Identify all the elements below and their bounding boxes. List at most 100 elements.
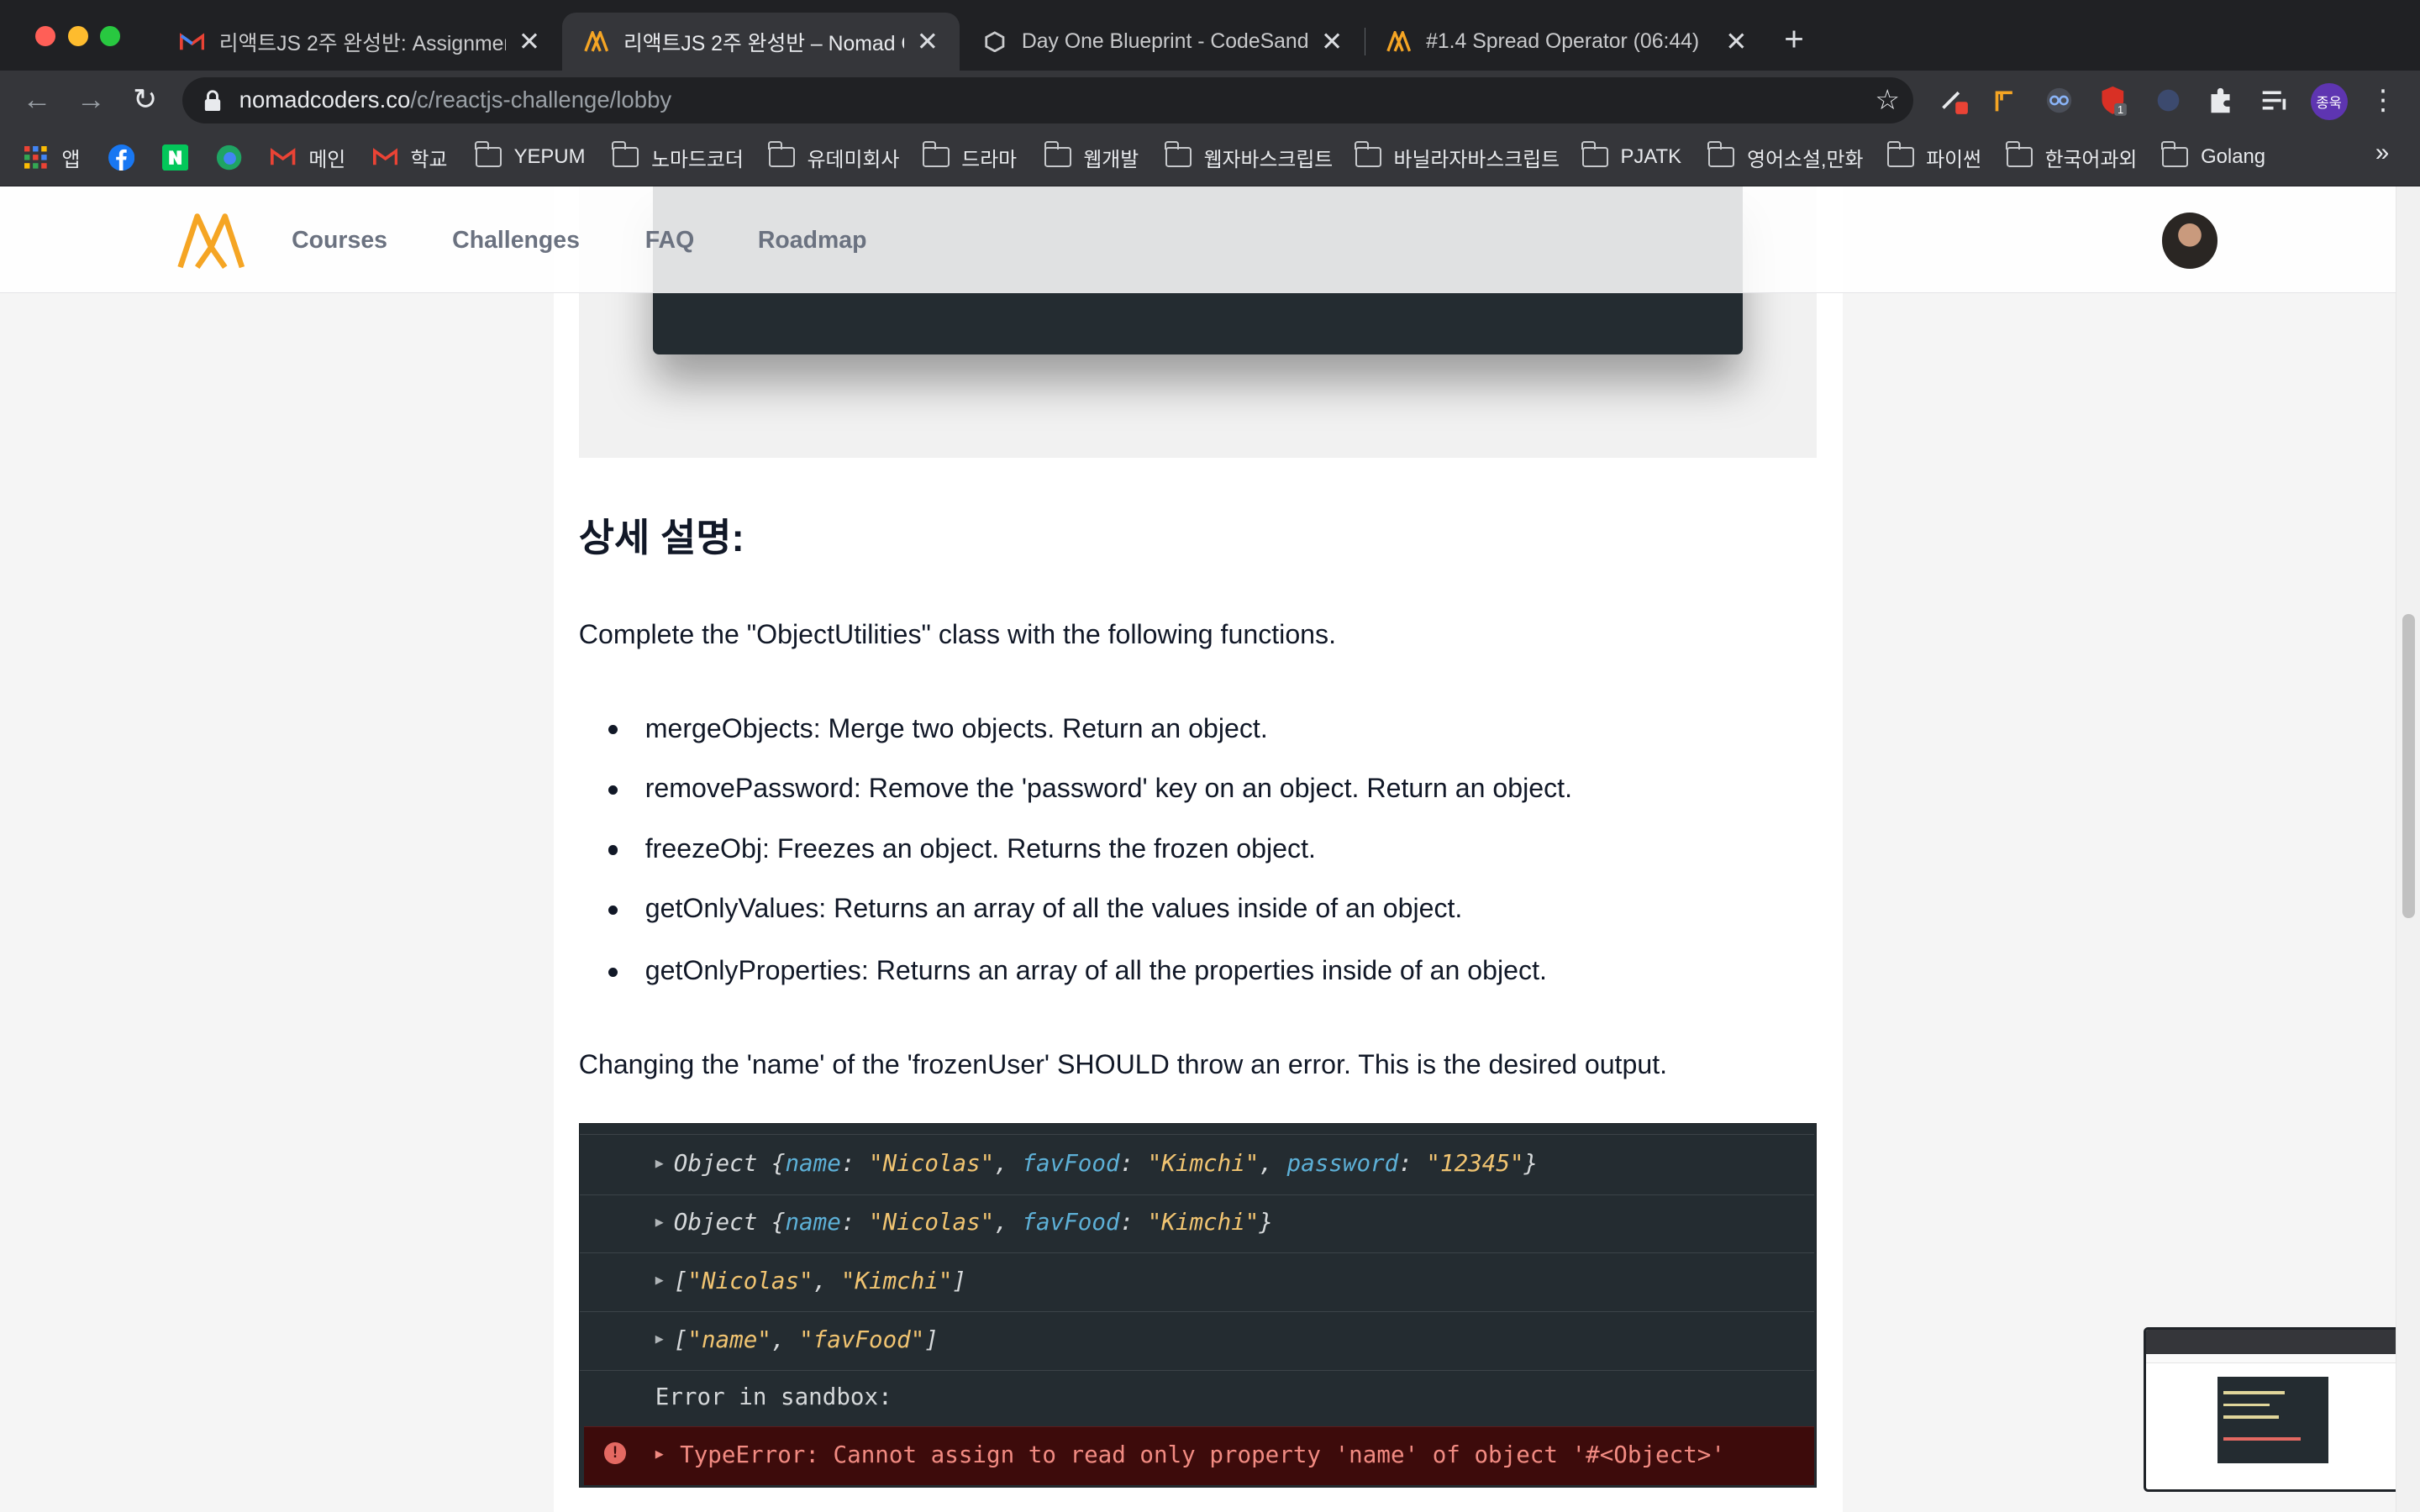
gmail-icon	[179, 29, 205, 55]
nav-roadmap[interactable]: Roadmap	[758, 227, 867, 255]
folder-icon	[1581, 141, 1608, 171]
maximize-window-button[interactable]	[100, 26, 121, 47]
bookmark-folder-udemy[interactable]: 유데미회사	[767, 141, 899, 173]
list-item: removePassword: Remove the 'password' ke…	[608, 773, 1573, 804]
pip-code-line	[2223, 1437, 2301, 1441]
console-text: Object {name: "Nicolas", favFood: "Kimch…	[673, 1150, 1539, 1178]
bookmark-school[interactable]: 학교	[372, 142, 448, 173]
bookmarks-bar: 앱 메인 학교 YEPUM 노마드코더 유데미회사 드라마 웹개발 웹자바스크립…	[0, 129, 2420, 187]
picture-in-picture-preview[interactable]	[2144, 1326, 2396, 1493]
bookmark-folder-nomadcoder[interactable]: 노마드코더	[612, 141, 744, 173]
tab-title: Day One Blueprint - CodeSand	[1021, 29, 1309, 53]
bookmark-apps[interactable]: 앱	[24, 142, 81, 173]
tab-title: 리액트JS 2주 완성반: Assignment	[218, 32, 507, 55]
close-tab-icon[interactable]: ✕	[913, 27, 941, 57]
bookmark-folder-yepum[interactable]: YEPUM	[474, 141, 585, 173]
console-row[interactable]: ▶ ["name", "favFood"]	[579, 1312, 1815, 1371]
adblock-extension-icon[interactable]: 1	[2097, 85, 2128, 116]
tab-spread-operator[interactable]: #1.4 Spread Operator (06:44) ✕	[1365, 13, 1769, 71]
pip-code-line	[2223, 1391, 2286, 1394]
bookmark-folder-webjs[interactable]: 웹자바스크립트	[1164, 141, 1333, 173]
console-row[interactable]: ▶ ["Nicolas", "Kimchi"]	[579, 1253, 1815, 1313]
error-message: TypeError: Cannot assign to read only pr…	[680, 1441, 1725, 1468]
sandbox-error-label: Error in sandbox:	[655, 1383, 892, 1410]
svg-text:1: 1	[2118, 103, 2123, 116]
bookmark-folder-korean[interactable]: 한국어과외	[2005, 141, 2138, 173]
close-window-button[interactable]	[35, 26, 56, 47]
folder-icon	[1886, 141, 1914, 171]
tab-nomad-coders[interactable]: 리액트JS 2주 완성반 – Nomad Co ✕	[561, 12, 960, 71]
address-bar[interactable]: nomadcoders.co/c/reactjs-challenge/lobby…	[182, 76, 1914, 123]
bookmark-folder-webdev[interactable]: 웹개발	[1044, 141, 1139, 173]
nav-faq[interactable]: FAQ	[645, 227, 695, 255]
forward-arrow-icon[interactable]: →	[74, 83, 108, 117]
bookmark-label: 한국어과외	[2044, 148, 2138, 171]
tab-gmail-assignment[interactable]: 리액트JS 2주 완성반: Assignment ✕	[157, 13, 561, 71]
glasses-extension-icon[interactable]	[2044, 85, 2075, 116]
pip-header	[2146, 1353, 2396, 1363]
console-text: Object {name: "Nicolas", favFood: "Kimch…	[673, 1209, 1273, 1236]
nav-challenges[interactable]: Challenges	[452, 227, 580, 255]
bookmark-label: 바닐라자바스크립트	[1393, 148, 1560, 171]
dark-extension-icon[interactable]	[2153, 85, 2184, 116]
bookmark-folder-english[interactable]: 영어소설,만화	[1707, 141, 1864, 173]
list-item: freezeObj: Freezes an object. Returns th…	[608, 832, 1316, 864]
bookmark-folder-drama[interactable]: 드라마	[922, 141, 1018, 173]
reload-icon[interactable]: ↻	[128, 83, 161, 117]
page-scrollbar[interactable]	[2395, 186, 2420, 1512]
expand-triangle-icon[interactable]: ▶	[655, 1272, 664, 1288]
bookmark-naver[interactable]	[161, 142, 201, 173]
bookmark-label: 드라마	[961, 148, 1018, 171]
nomad-logo-icon[interactable]	[176, 212, 246, 270]
reading-list-icon[interactable]	[2258, 85, 2289, 116]
folder-icon	[1707, 141, 1735, 171]
bookmark-folder-vanillajs[interactable]: 바닐라자바스크립트	[1354, 141, 1560, 173]
folder-icon	[767, 141, 795, 171]
pen-extension-icon[interactable]	[1939, 85, 1970, 116]
bookmark-star-icon[interactable]: ☆	[1875, 83, 1900, 117]
list-item: getOnlyProperties: Returns an array of a…	[608, 954, 1547, 985]
close-tab-icon[interactable]: ✕	[1318, 27, 1346, 57]
console-output: ▶ Object {name: "Nicolas", favFood: "Kim…	[578, 1123, 1817, 1488]
new-tab-button[interactable]: +	[1784, 22, 1804, 55]
tab-codesandbox[interactable]: Day One Blueprint - CodeSand ✕	[960, 13, 1364, 71]
section-heading: 상세 설명:	[578, 516, 744, 560]
expand-triangle-icon[interactable]: ▶	[655, 1331, 664, 1347]
folder-icon	[922, 141, 950, 171]
tool-extension-icon[interactable]	[1991, 85, 2022, 116]
bookmark-label: 앱	[61, 148, 81, 171]
expand-triangle-icon[interactable]: ▶	[655, 1446, 664, 1462]
scrollbar-thumb[interactable]	[2402, 614, 2415, 918]
bookmark-label: 노마드코더	[651, 148, 744, 171]
bookmark-folder-golang[interactable]: Golang	[2161, 141, 2265, 173]
profile-avatar[interactable]: 종욱	[2310, 83, 2348, 121]
user-avatar[interactable]	[2162, 213, 2218, 269]
close-tab-icon[interactable]: ✕	[1723, 27, 1750, 57]
minimize-window-button[interactable]	[67, 26, 88, 47]
gmail-icon	[270, 144, 296, 171]
note-text: Changing the 'name' of the 'frozenUser' …	[578, 1048, 1668, 1079]
nomad-logo-icon	[583, 29, 609, 55]
bookmark-folder-python[interactable]: 파이썬	[1886, 141, 1981, 173]
bookmark-main[interactable]: 메인	[270, 142, 345, 173]
back-arrow-icon[interactable]: ←	[20, 83, 54, 117]
expand-triangle-icon[interactable]: ▶	[655, 1155, 664, 1171]
intro-text: Complete the "ObjectUtilities" class wit…	[578, 618, 1337, 649]
extensions-puzzle-icon[interactable]	[2206, 85, 2237, 116]
pip-code-line	[2223, 1415, 2280, 1420]
bookmark-facebook[interactable]	[108, 142, 147, 173]
bookmark-label: 학교	[410, 148, 448, 171]
close-tab-icon[interactable]: ✕	[515, 27, 543, 57]
bookmarks-overflow-button[interactable]: »	[2375, 139, 2389, 167]
console-error-row[interactable]: ! ▶ TypeError: Cannot assign to read onl…	[584, 1426, 1815, 1485]
chrome-menu-icon[interactable]: ⋮	[2367, 85, 2398, 116]
bookmark-label: 영어소설,만화	[1747, 148, 1864, 171]
bookmark-edge[interactable]	[216, 142, 255, 173]
bookmark-folder-pjatk[interactable]: PJATK	[1581, 141, 1681, 173]
console-row[interactable]: ▶ Object {name: "Nicolas", favFood: "Kim…	[579, 1137, 1815, 1195]
nav-courses[interactable]: Courses	[292, 227, 387, 255]
facebook-icon	[108, 144, 134, 171]
gmail-icon	[372, 144, 398, 171]
expand-triangle-icon[interactable]: ▶	[655, 1214, 664, 1230]
console-row[interactable]: ▶ Object {name: "Nicolas", favFood: "Kim…	[579, 1195, 1815, 1254]
